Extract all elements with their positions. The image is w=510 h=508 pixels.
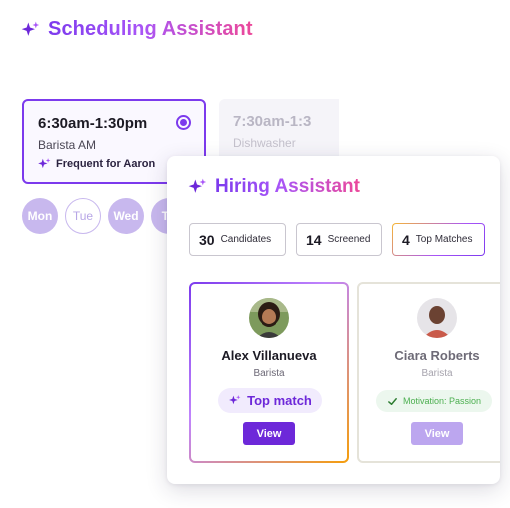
shift-frequent-label: Frequent for Aaron: [56, 158, 156, 170]
shift-role: Dishwasher: [233, 136, 296, 150]
day-pill-mon[interactable]: Mon: [22, 198, 58, 234]
avatar: [249, 298, 289, 338]
hiring-header: Hiring Assistant: [187, 176, 360, 198]
candidate-role: Barista: [253, 368, 285, 379]
shift-time: 6:30am-1:30pm: [38, 115, 148, 132]
sparkle-icon: [188, 178, 207, 193]
hiring-assistant-panel: Hiring Assistant 30 Candidates 14 Screen…: [167, 156, 500, 484]
sparkle-icon: [229, 395, 241, 405]
avatar: [417, 298, 457, 338]
stat-value: 4: [402, 231, 410, 248]
stat-label: Candidates: [220, 234, 272, 245]
candidate-role: Barista: [421, 368, 453, 379]
day-pill-tue[interactable]: Tue: [65, 198, 101, 234]
motivation-badge: Motivation: Passion: [376, 390, 492, 412]
view-button[interactable]: View: [243, 422, 295, 445]
stat-screened[interactable]: 14 Screened: [296, 223, 382, 256]
stat-label: Top Matches: [415, 234, 473, 245]
radio-selected-icon[interactable]: [176, 115, 191, 130]
scheduling-title: Scheduling Assistant: [48, 18, 253, 40]
stat-candidates[interactable]: 30 Candidates: [189, 223, 286, 256]
candidate-card[interactable]: Alex Villanueva Barista Top match View: [189, 282, 349, 463]
day-selector: Mon Tue Wed Th: [22, 198, 187, 234]
shift-frequent-tag: Frequent for Aaron: [37, 157, 155, 171]
scheduling-header: Scheduling Assistant: [20, 18, 253, 41]
check-icon: [388, 397, 397, 405]
top-match-badge: Top match: [218, 388, 322, 413]
top-match-label: Top match: [247, 393, 312, 408]
sparkle-icon: [21, 21, 40, 36]
motivation-label: Motivation: Passion: [402, 396, 482, 406]
stat-top-matches[interactable]: 4 Top Matches: [392, 223, 485, 256]
stat-label: Screened: [327, 234, 371, 245]
hiring-title: Hiring Assistant: [215, 176, 360, 197]
candidate-name: Alex Villanueva: [221, 348, 317, 363]
view-button[interactable]: View: [411, 422, 463, 445]
candidate-card[interactable]: Ciara Roberts Barista Motivation: Passio…: [357, 282, 500, 463]
sparkle-icon: [38, 158, 51, 169]
stat-value: 14: [306, 231, 322, 248]
day-pill-wed[interactable]: Wed: [108, 198, 144, 234]
shift-time: 7:30am-1:3: [233, 113, 312, 130]
stat-value: 30: [199, 231, 215, 248]
candidate-name: Ciara Roberts: [394, 348, 480, 363]
shift-role: Barista AM: [38, 138, 97, 152]
